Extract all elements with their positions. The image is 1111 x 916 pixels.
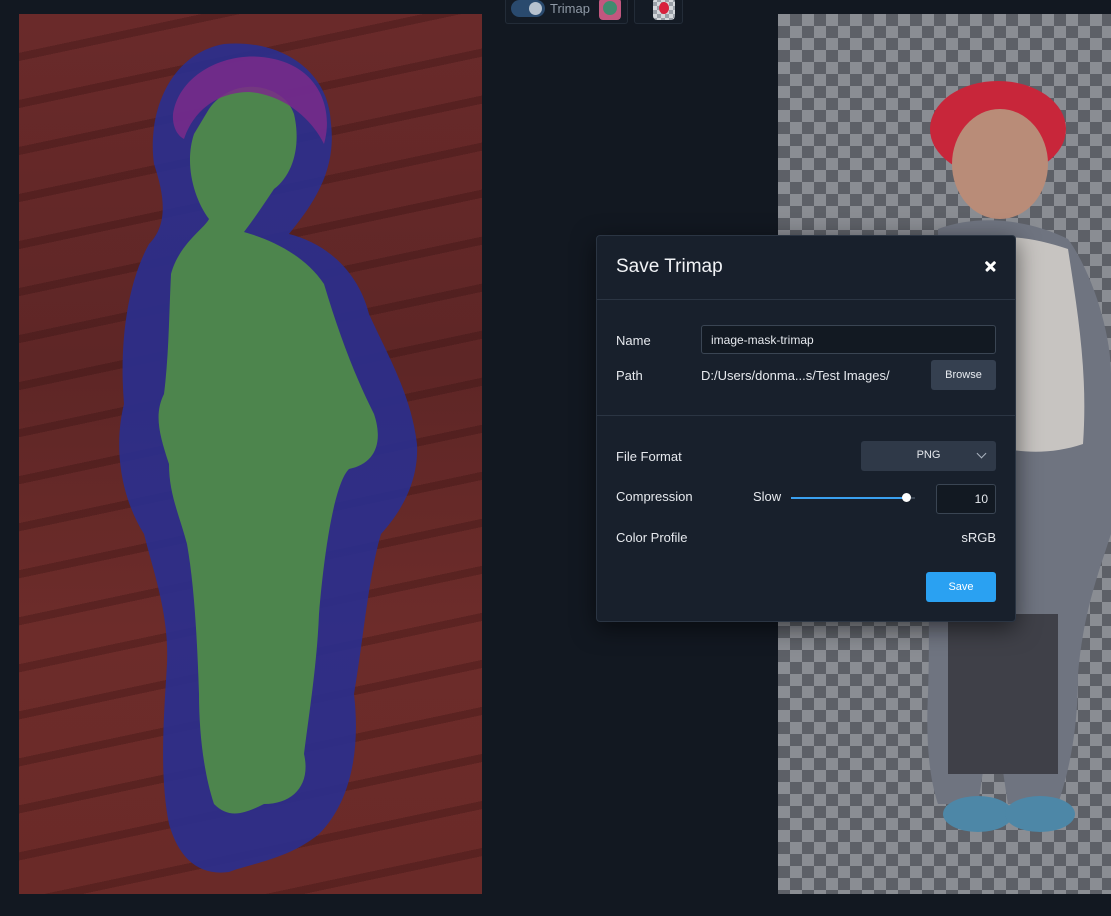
browse-button[interactable]: Browse (931, 360, 996, 390)
trimap-preview-panel[interactable] (19, 14, 482, 894)
color-profile-label: Color Profile (616, 530, 688, 545)
trimap-toolbar-group: Trimap (505, 0, 628, 24)
cutout-face (952, 109, 1048, 219)
name-input[interactable] (701, 325, 996, 354)
app-window: Trimap Save Trimap Name image-mask-trima… (0, 0, 1111, 916)
compression-slider-fill (791, 497, 907, 499)
save-button[interactable]: Save (926, 572, 996, 602)
compression-slider-thumb[interactable] (902, 493, 912, 502)
section-divider (597, 415, 1015, 416)
name-label: Name (616, 333, 651, 348)
color-profile-value: sRGB (961, 530, 996, 545)
save-trimap-dialog: Save Trimap Name Path D:/Users/donma...s… (596, 235, 1016, 622)
trimap-thumbnail[interactable] (599, 0, 621, 20)
file-format-value: PNG (916, 449, 941, 461)
compression-value-input[interactable] (936, 484, 996, 514)
dialog-title: Save Trimap (616, 256, 723, 277)
compression-slow-label: Slow (753, 489, 782, 504)
trimap-overlay (119, 43, 418, 873)
path-value: D:/Users/donma...s/Test Images/ (701, 368, 890, 383)
compression-slider[interactable] (791, 493, 915, 502)
file-format-label: File Format (616, 449, 682, 464)
compression-label: Compression (616, 489, 693, 504)
alpha-thumbnail[interactable] (653, 0, 675, 20)
close-icon[interactable] (979, 254, 1003, 278)
file-format-select[interactable]: PNG (861, 441, 996, 471)
path-label: Path (616, 368, 643, 383)
cutout-shoe-left (943, 796, 1013, 832)
cutout-shoe-right (1005, 796, 1075, 832)
dialog-header: Save Trimap (597, 236, 1015, 300)
trimap-toggle[interactable] (511, 0, 545, 17)
trimap-toggle-label: Trimap (550, 1, 590, 16)
toggle-knob (529, 2, 542, 15)
alpha-toolbar-group (634, 0, 683, 24)
cutout-legs (948, 614, 1058, 774)
